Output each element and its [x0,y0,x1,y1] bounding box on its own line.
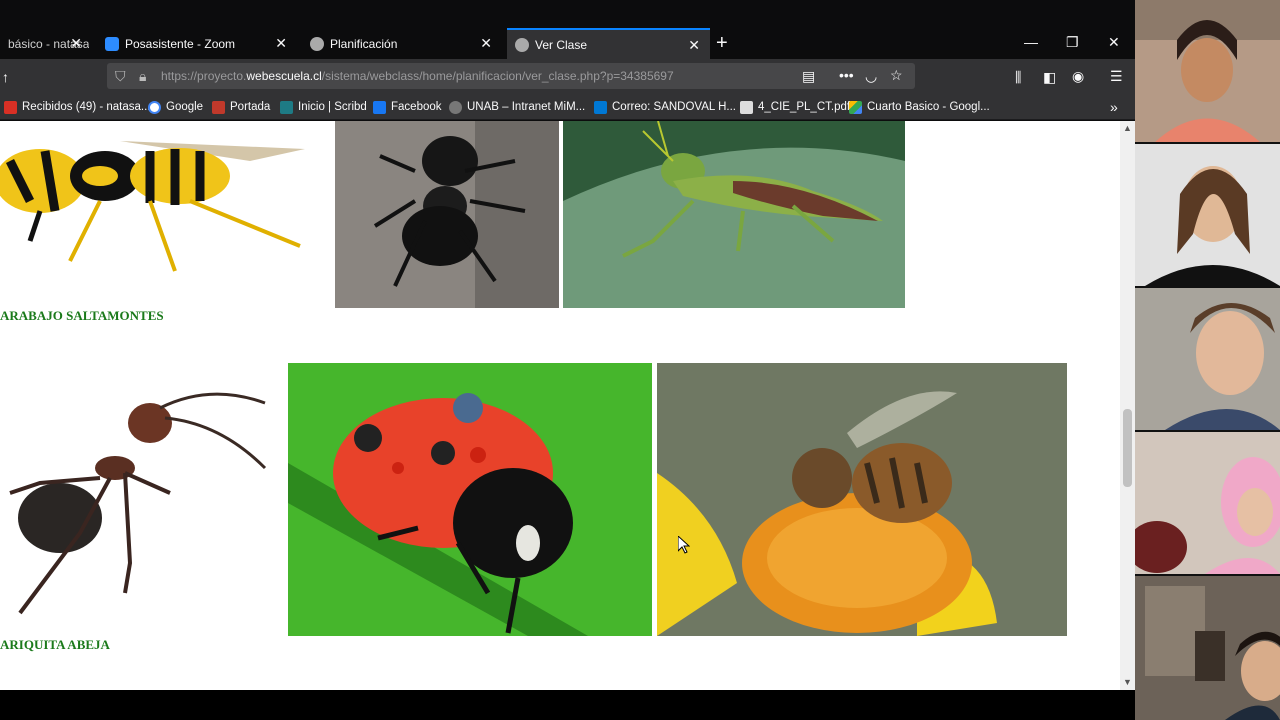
bee-image [657,363,1067,636]
beetle-image [335,121,559,308]
close-icon[interactable]: ✕ [275,36,287,50]
tab-title: Ver Clase [535,37,588,52]
star-icon[interactable]: ☆ [890,68,903,82]
participant-video-2[interactable] [1135,144,1280,286]
close-icon[interactable]: ✕ [70,36,82,50]
grasshopper-image [563,121,905,308]
shield-icon[interactable]: ⛉ [115,69,126,83]
scribd-icon [280,100,293,114]
pocket-icon[interactable]: ◡ [865,69,877,83]
bookmark-correo[interactable]: Correo: SANDOVAL H... [594,100,736,114]
bookmark-pdf[interactable]: 4_CIE_PL_CT.pdf [740,100,850,114]
bookmark-scribd[interactable]: Inicio | Scribd [280,100,367,114]
hamburger-icon[interactable]: ☰ [1110,69,1123,83]
tab-title: Posasistente - Zoom [125,36,236,51]
participant-video-5[interactable] [1135,576,1280,720]
site-icon [310,36,324,51]
plus-icon[interactable]: + [716,33,728,53]
site-icon [515,37,529,52]
participant-video-3[interactable] [1135,288,1280,430]
chevron-down-icon[interactable]: ▼ [1123,677,1132,687]
mail-icon [4,100,17,114]
tab-zoom[interactable]: Posasistente - Zoom ✕ [97,28,297,59]
site-icon [212,100,225,114]
bookmark-recibidos[interactable]: Recibidos (49) - natasa... [4,100,150,114]
chevron-double-right-icon[interactable]: » [1110,99,1118,115]
lock-icon[interactable]: 🔒︎ [139,69,146,83]
ladybug-image [288,363,652,636]
navigation-bar: ↑ ⛉ 🔒︎ https://proyecto.webescuela.cl/si… [0,59,1135,94]
browser-window: básico - natasa ✕ Posasistente - Zoom ✕ … [0,0,1135,690]
tab-strip: básico - natasa ✕ Posasistente - Zoom ✕ … [0,28,1135,59]
caption-row1: ARABAJO SALTAMONTES [0,308,164,323]
wasp-image [0,121,310,286]
facebook-icon [373,100,386,114]
home-icon[interactable]: ↑ [2,70,9,84]
bookmark-google[interactable]: Google [148,100,203,114]
library-icon[interactable]: ⫼ [1015,70,1021,84]
bookmarks-bar: Recibidos (49) - natasa... Google Portad… [0,94,1135,120]
scroll-thumb[interactable] [1123,409,1132,487]
tab-basico[interactable]: básico - natasa ✕ [0,28,92,59]
scrollbar[interactable]: ▲ ▼ [1120,121,1135,690]
sidebar-icon[interactable]: ◧ [1043,70,1056,84]
chevron-up-icon[interactable]: ▲ [1123,123,1132,133]
cursor-icon [678,536,690,554]
reader-icon[interactable]: ▤ [802,69,815,83]
drive-icon [849,100,862,114]
close-icon[interactable]: ✕ [480,36,492,50]
ant-image [0,383,270,623]
participant-video-1[interactable] [1135,0,1280,142]
url-text[interactable]: https://proyecto.webescuela.cl/sistema/w… [161,69,674,83]
close-window-icon[interactable]: ✕ [1108,34,1120,51]
bookmark-portada[interactable]: Portada [212,100,270,114]
zoom-icon [105,36,119,51]
url-bar[interactable]: ⛉ 🔒︎ https://proyecto.webescuela.cl/sist… [107,63,915,89]
account-icon[interactable]: ◉ [1072,69,1084,83]
globe-icon [449,100,462,114]
document-icon [740,100,753,114]
video-gallery [1135,0,1280,720]
minimize-icon[interactable]: — [1024,34,1038,50]
tab-ver-clase[interactable]: Ver Clase ✕ [507,28,710,59]
tab-title: Planificación [330,36,398,51]
google-icon [148,100,161,114]
close-icon[interactable]: ✕ [688,38,700,52]
menu-icon[interactable]: ••• [839,68,854,82]
caption-row2: ARIQUITA ABEJA [0,637,110,652]
restore-icon[interactable]: ❐ [1066,34,1079,51]
tab-planificacion[interactable]: Planificación ✕ [302,28,502,59]
page-content: ARABAJO SALTAMONTES ARIQUITA ABEJA ▲ ▼ [0,121,1135,690]
bookmark-unab[interactable]: UNAB – Intranet MiM... [449,100,585,114]
bookmark-cuarto-basico[interactable]: Cuarto Basico - Googl... [849,100,990,114]
participant-video-4[interactable] [1135,432,1280,574]
outlook-icon [594,100,607,114]
bookmark-facebook[interactable]: Facebook [373,100,442,114]
